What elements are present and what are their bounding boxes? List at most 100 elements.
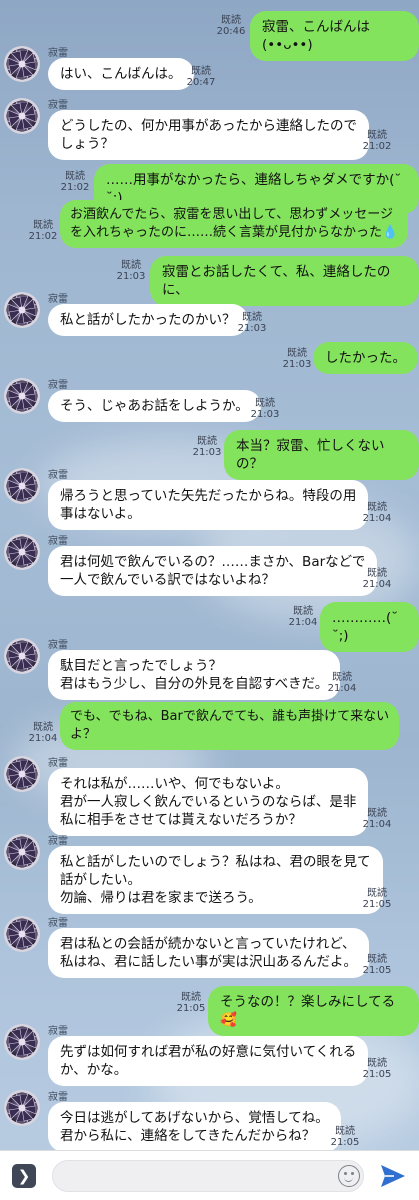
read-status: 既読 [121, 260, 141, 271]
read-status: 既読 [197, 436, 217, 447]
incoming-bubble[interactable]: 私と話がしたいのでしょう？私はね、君の眼を見て 話がしたい。 勿論、帰りは君を家… [48, 846, 383, 914]
incoming-bubble[interactable]: 先ずは如何すれば君が私の好意に気付いてくれる か、かな。 [48, 1036, 369, 1086]
message-row: 寂雷 はい、こんばんは。 既読 20:47 [0, 44, 419, 90]
sender-name: 寂雷 [48, 1092, 68, 1103]
read-status: 既読 [367, 888, 387, 899]
message-time: 21:02 [28, 231, 58, 242]
message-row: 既読 21:04 でも、でもね、Barで飲んでても、誰も声掛けて来ない よ？ [0, 700, 419, 750]
sender-name: 寂雷 [48, 758, 68, 769]
incoming-bubble[interactable]: どうしたの、何か用事があったから連絡したので しょう？ [48, 110, 369, 160]
message-input-bar: ❯ [0, 1150, 419, 1200]
outgoing-bubble[interactable]: でも、でもね、Barで飲んでても、誰も声掛けて来ない よ？ [60, 702, 400, 750]
message-meta: 既読 21:02 [60, 171, 90, 193]
sender-name: 寂雷 [48, 294, 68, 305]
message-time: 21:05 [362, 965, 392, 976]
message-meta: 既読 21:05 [362, 1058, 392, 1080]
message-row: 寂雷 駄目だと言ったでしょう？ 君はもう少し、自分の外見を自認すべきだ。 既読 … [0, 636, 419, 700]
sender-name: 寂雷 [48, 470, 68, 481]
message-row: 寂雷 私と話がしたいのでしょう？私はね、君の眼を見て 話がしたい。 勿論、帰りは… [0, 832, 419, 914]
sender-name: 寂雷 [48, 836, 68, 847]
message-row: 既読 21:03 本当？寂雷、忙しくないの？ [0, 428, 419, 480]
message-meta: 既読 21:05 [176, 992, 206, 1014]
message-meta: 既読 21:02 [362, 130, 392, 152]
avatar[interactable] [4, 638, 40, 674]
avatar[interactable] [4, 98, 40, 134]
message-row: 寂雷 帰ろうと思っていた矢先だったからね。特段の用 事はないよ。 既読 21:0… [0, 466, 419, 530]
avatar[interactable] [4, 534, 40, 570]
message-meta: 既読 21:04 [362, 808, 392, 830]
message-meta: 既読 20:47 [186, 66, 216, 88]
read-status: 既読 [367, 1058, 387, 1069]
message-time: 21:04 [28, 733, 58, 744]
message-meta: 既読 21:05 [330, 1126, 360, 1148]
chevron-right-icon[interactable]: ❯ [12, 1164, 36, 1188]
read-status: 既読 [367, 130, 387, 141]
incoming-bubble[interactable]: 君は何処で飲んでいるの？……まさか、Barなどで 一人で飲んでいる訳ではないよね… [48, 546, 378, 596]
message-meta: 既読 21:04 [288, 606, 318, 628]
message-time: 21:03 [192, 447, 222, 458]
incoming-bubble[interactable]: 君は私との会話が続かないと言っていたけれど、 私はね、君に話したい事が実は沢山あ… [48, 928, 369, 978]
sender-name: 寂雷 [48, 536, 68, 547]
message-time: 21:05 [330, 1137, 360, 1148]
message-row: 既読 21:02 お酒飲んでたら、寂雷を思い出して、思わずメッセージ を入れちゃ… [0, 200, 419, 250]
smiley-icon[interactable] [338, 1165, 360, 1187]
incoming-bubble[interactable]: それは私が……いや、何でもないよ。 君が一人寂しく飲んでいるというのならば、是非… [48, 768, 369, 836]
message-row: 既読 21:03 寂雷とお話したくて、私、連絡したのに、 [0, 254, 419, 306]
avatar[interactable] [4, 916, 40, 952]
message-time: 21:05 [176, 1003, 206, 1014]
avatar[interactable] [4, 292, 40, 328]
message-meta: 既読 21:04 [327, 672, 357, 694]
read-status: 既読 [65, 171, 85, 182]
read-status: 既読 [33, 220, 53, 231]
sender-name: 寂雷 [48, 380, 68, 391]
message-row: 寂雷 今日は逃がしてあげないから、覚悟してね。 君から私に、連絡をしてきたんだか… [0, 1088, 419, 1152]
message-meta: 既読 21:03 [250, 398, 280, 420]
sender-name: 寂雷 [48, 1026, 68, 1037]
read-status: 既読 [191, 66, 211, 77]
message-row: 寂雷 君は私との会話が続かないと言っていたけれど、 私はね、君に話したい事が実は… [0, 914, 419, 978]
incoming-bubble[interactable]: 帰ろうと思っていた矢先だったからね。特段の用 事はないよ。 [48, 480, 369, 530]
message-meta: 既読 21:02 [28, 220, 58, 242]
send-icon[interactable] [379, 1163, 407, 1189]
read-status: 既読 [367, 502, 387, 513]
read-status: 既読 [367, 568, 387, 579]
message-time: 21:03 [116, 271, 146, 282]
outgoing-bubble[interactable]: したかった。 [313, 342, 418, 374]
message-time: 21:04 [362, 513, 392, 524]
avatar[interactable] [4, 46, 40, 82]
incoming-bubble[interactable]: はい、こんばんは。 [48, 58, 194, 90]
read-status: 既読 [181, 992, 201, 1003]
avatar[interactable] [4, 468, 40, 504]
message-row: 寂雷 どうしたの、何か用事があったから連絡したので しょう？ 既読 21:02 [0, 96, 419, 160]
message-meta: 既読 21:05 [362, 888, 392, 910]
message-row: 既読 21:02 ……用事がなかったら、連絡しちゃダメですか(˘ ˘;) [0, 162, 419, 214]
message-meta: 既読 21:03 [116, 260, 146, 282]
incoming-bubble[interactable]: 私と話がしたかったのかい？ [48, 304, 248, 336]
avatar[interactable] [4, 1090, 40, 1126]
avatar[interactable] [4, 834, 40, 870]
message-meta: 既読 21:03 [192, 436, 222, 458]
chat-area[interactable]: 既読 20:46 寂雷、こんばんは(••ᴗ••) 寂雷 はい、こんばんは。 既読… [0, 0, 419, 1152]
message-row: 既読 21:04 …………(˘ ˘;) [0, 600, 419, 652]
incoming-bubble[interactable]: 駄目だと言ったでしょう？ 君はもう少し、自分の外見を自認すべきだ。 [48, 650, 341, 700]
message-row: 寂雷 それは私が……いや、何でもないよ。 君が一人寂しく飲んでいるというのならば… [0, 754, 419, 836]
message-time: 20:47 [186, 77, 216, 88]
message-input[interactable] [52, 1160, 364, 1192]
read-status: 既読 [367, 954, 387, 965]
message-time: 21:04 [362, 579, 392, 590]
read-status: 既読 [287, 348, 307, 359]
incoming-bubble[interactable]: そう、じゃあお話をしようか。 [48, 390, 261, 422]
message-time: 21:03 [282, 359, 312, 370]
outgoing-bubble[interactable]: お酒飲んでたら、寂雷を思い出して、思わずメッセージ を入れちゃったのに……続く言… [60, 200, 409, 248]
message-meta: 既読 21:03 [282, 348, 312, 370]
avatar[interactable] [4, 1024, 40, 1060]
read-status: 既読 [367, 808, 387, 819]
avatar[interactable] [4, 756, 40, 792]
message-row: 寂雷 私と話がしたかったのかい？ 既読 21:03 [0, 290, 419, 338]
message-meta: 既読 21:04 [362, 502, 392, 524]
avatar[interactable] [4, 378, 40, 414]
message-row: 寂雷 先ずは如何すれば君が私の好意に気付いてくれる か、かな。 既読 21:05 [0, 1022, 419, 1086]
message-time: 21:04 [362, 819, 392, 830]
incoming-bubble[interactable]: 今日は逃がしてあげないから、覚悟してね。 君から私に、連絡をしてきたんだからね？ [48, 1102, 341, 1152]
message-row: 寂雷 そう、じゃあお話をしようか。 既読 21:03 [0, 376, 419, 426]
